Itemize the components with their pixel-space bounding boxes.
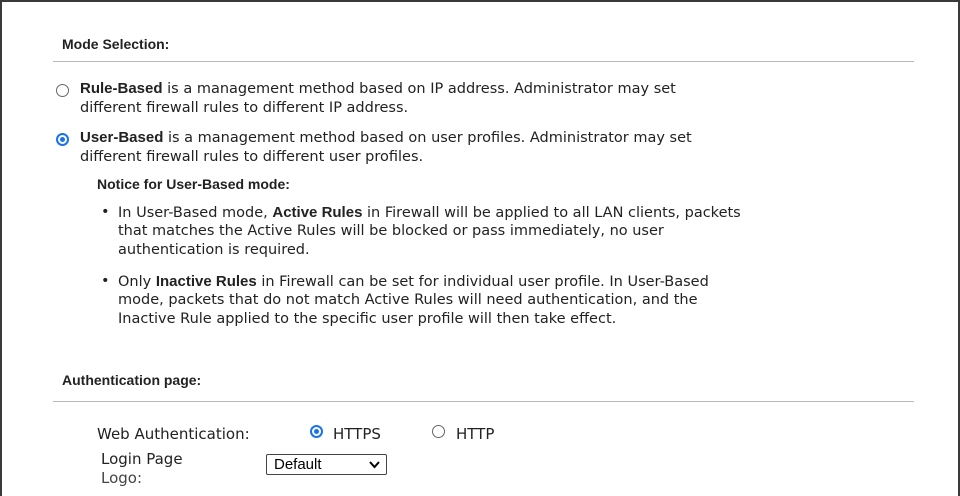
- user-based-description: User-Based is a management method based …: [80, 129, 692, 165]
- authentication-page-divider: [53, 401, 914, 402]
- authentication-page-title: Authentication page:: [62, 372, 202, 388]
- notice-title: Notice for User-Based mode:: [97, 176, 290, 192]
- rule-based-description: Rule-Based is a management method based …: [80, 80, 676, 116]
- http-option-label: HTTP: [456, 425, 495, 443]
- mode-selection-title: Mode Selection:: [62, 36, 170, 52]
- rule-based-radio[interactable]: [56, 84, 69, 97]
- user-based-label: User-Based: [80, 129, 164, 146]
- web-authentication-label: Web Authentication:: [97, 425, 250, 443]
- chevron-down-icon: [369, 461, 380, 469]
- user-based-radio[interactable]: [56, 133, 69, 146]
- rule-based-label: Rule-Based: [80, 80, 163, 97]
- mode-selection-divider: [53, 61, 914, 62]
- login-page-logo-label: Login Page: [101, 450, 183, 468]
- login-page-logo-select[interactable]: Default: [266, 454, 387, 475]
- login-page-logo-label-2: Logo:: [101, 469, 143, 487]
- https-option-label: HTTPS: [333, 425, 381, 443]
- https-radio[interactable]: [310, 425, 323, 438]
- http-radio[interactable]: [432, 425, 445, 438]
- login-page-logo-value: Default: [274, 456, 322, 473]
